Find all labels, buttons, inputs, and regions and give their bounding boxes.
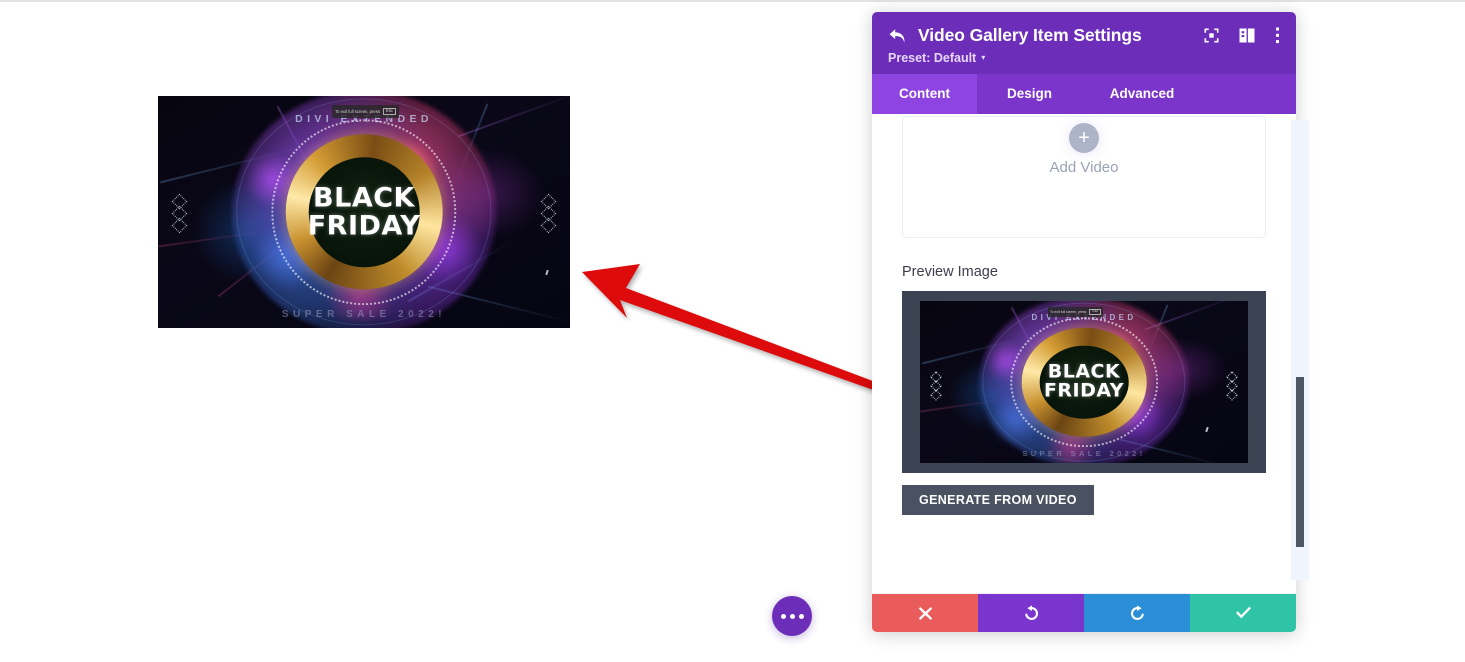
gold-ring: BLACK FRIDAY [1021,327,1147,437]
black-friday-line-2: FRIDAY [307,210,421,241]
panel-body: + Add Video Preview Image BLACK FRIDAY D… [872,114,1296,594]
decorative-diamonds-right [1226,371,1238,401]
tab-advanced[interactable]: Advanced [1082,74,1202,114]
video-gallery-item-settings-panel: Video Gallery Item Settings Preset: Defa… [872,12,1309,632]
fullscreen-tooltip-text: To exit full screen, press [1050,310,1087,314]
tab-content[interactable]: Content [872,74,977,114]
panel-action-bar [872,594,1296,632]
canvas-video-preview[interactable]: BLACK FRIDAY DIVI EXTENDED SUPER SALE 20… [158,96,570,328]
panel-layout-icon[interactable] [1239,28,1255,43]
decorative-diamonds-right [540,193,557,234]
fullscreen-exit-tooltip: To exit full screen, press Esc [1048,307,1104,317]
decorative-diamonds-left [171,193,188,234]
chevron-down-icon: ▾ [981,53,986,62]
save-button[interactable] [1190,594,1296,632]
tab-design[interactable]: Design [977,74,1082,114]
preset-selector[interactable]: Preset: Default ▾ [888,51,1280,65]
gold-ring: BLACK FRIDAY [285,134,443,290]
dot [789,613,795,619]
esc-key-chip: Esc [1089,309,1102,315]
slide-bottom-title: SUPER SALE 2022! [281,309,447,320]
preview-image-thumbnail: BLACK FRIDAY DIVI EXTENDED SUPER SALE 20… [920,301,1248,463]
panel-header-icons [1204,27,1280,44]
checkmark-icon [1235,606,1251,619]
black-friday-line-1: BLACK [313,182,415,214]
redo-icon [1130,604,1144,620]
dot [780,613,786,619]
preview-image-section-label: Preview Image [902,264,998,280]
preview-image-frame[interactable]: BLACK FRIDAY DIVI EXTENDED SUPER SALE 20… [902,291,1266,473]
close-icon [918,606,932,620]
focus-target-icon[interactable] [1204,28,1219,43]
black-friday-line-2: FRIDAY [1043,380,1125,402]
panel-tab-bar: Content Design Advanced [872,74,1296,114]
panel-scrollbar-thumb[interactable] [1296,377,1304,547]
dot [798,613,804,619]
generate-from-video-button[interactable]: GENERATE FROM VIDEO [902,485,1094,515]
esc-key-chip: Esc [382,108,396,115]
plus-icon: + [1069,123,1099,153]
panel-header: Video Gallery Item Settings Preset: Defa… [872,12,1296,74]
cancel-button[interactable] [872,594,978,632]
add-video-label: Add Video [1049,159,1119,176]
badge-inner: BLACK FRIDAY [1039,345,1129,419]
vertical-dots-icon[interactable] [1275,27,1280,44]
page-title: Video Gallery Item Settings [918,25,1142,45]
canvas-more-options-button[interactable] [772,596,812,636]
fullscreen-tooltip-text: To exit full screen, press [335,109,380,114]
annotation-arrow-to-preview [582,264,886,392]
slide-bottom-title: SUPER SALE 2022! [1022,449,1146,458]
undo-button[interactable] [978,594,1084,632]
fullscreen-exit-tooltip: To exit full screen, press Esc [332,105,399,118]
undo-icon [1024,604,1038,620]
decorative-diamonds-left [930,371,942,401]
redo-button[interactable] [1084,594,1190,632]
page-top-rule [0,0,1465,2]
panel-body-divider [872,593,1296,594]
back-arrow-icon[interactable] [888,28,910,44]
badge-inner: BLACK FRIDAY [307,156,421,268]
preset-label: Preset: Default [888,51,977,65]
add-video-dropzone[interactable]: + Add Video [902,116,1266,238]
